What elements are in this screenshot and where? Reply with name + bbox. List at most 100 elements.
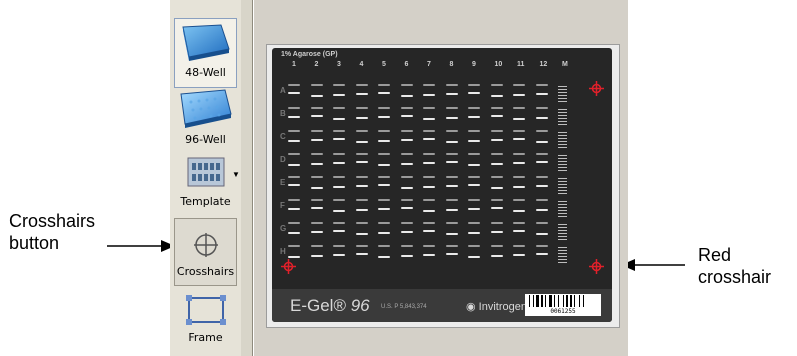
gel-band [468,140,480,142]
gel-well [400,107,413,109]
lane-label: 9 [472,61,476,68]
gel-band [445,161,458,163]
gel-well [288,176,300,178]
lane-label: 2 [314,61,319,68]
gel-band [355,253,368,255]
ladder-band [558,115,567,116]
ladder-band [558,164,567,165]
gel-well [468,84,480,86]
barcode-bar [574,295,575,307]
gel-band [378,164,390,166]
ladder-band [558,141,567,142]
gel-well [310,176,323,178]
gel-band [310,255,323,257]
gel-well [355,107,368,109]
gel-well [378,107,390,109]
gel-well [378,222,390,224]
gel-band [535,141,548,143]
gel-well [310,222,323,224]
gel-band [288,116,300,118]
barcode-bar [533,295,534,307]
gel-band [355,161,368,163]
gel-well [355,199,368,201]
gel-well [423,153,435,155]
gel-band [333,94,345,96]
ladder-band [558,201,567,202]
gel-band [423,138,435,140]
gel-well [468,176,480,178]
barcode-bar [563,295,564,307]
barcode-bar [536,295,539,307]
gel-band [333,138,345,140]
template-dropdown-arrow-icon[interactable]: ▼ [232,170,240,179]
barcode-bar [570,295,572,307]
red-crosshair-top-right[interactable] [589,81,604,96]
gel-band [288,184,300,186]
gel-band [490,231,503,233]
gel-band [355,141,368,143]
barcode-bar [558,295,559,307]
gel-band [310,139,323,141]
ladder-band [558,210,567,211]
gel-band [310,115,323,117]
gel-well [490,222,503,224]
gel-well [535,107,548,109]
red-crosshair-bottom-left[interactable] [281,259,296,274]
gel-well [310,130,323,132]
gel-well [445,84,458,86]
ladder-band [558,216,567,217]
gel-band [513,162,525,164]
gel-well [513,130,525,132]
gel-band [310,187,323,189]
gel-well [490,176,503,178]
gel-well [423,222,435,224]
tool-crosshairs-button[interactable]: Crosshairs [170,218,241,286]
gel-well [445,130,458,132]
gel-band [333,186,345,188]
toolbar-splitter[interactable] [241,0,253,356]
gel-well [513,199,525,201]
gel-band [288,208,300,210]
gel-well [400,153,413,155]
barcode-bar [554,295,555,307]
gel-well [400,84,413,86]
tool-48-well-button[interactable]: 48-Well [170,18,241,88]
gel-well [333,245,345,247]
gel-well [445,245,458,247]
barcode-bar [566,295,568,307]
ladder-band [558,112,567,113]
gel-band [400,115,413,117]
gel-band [490,207,503,209]
tool-template-button[interactable]: ▼ Template [170,154,241,214]
gel-band [310,231,323,233]
gel-band [445,93,458,95]
gel-band [468,208,480,210]
gel-well [378,153,390,155]
gel-band [445,253,458,255]
row-label: D [280,155,286,164]
gel-well [513,176,525,178]
ladder-band [558,247,567,248]
gel-band [288,164,300,166]
tool-96-well-button[interactable]: 96-Well [170,88,241,150]
gel-well [468,199,480,201]
gel-well [355,222,368,224]
ladder-band [558,224,567,225]
gel-band [535,117,548,119]
ladder-band [558,262,567,263]
gel-band [445,185,458,187]
gel-well [310,199,323,201]
gel-band [378,232,390,234]
ladder-band [558,178,567,179]
gel-band [468,232,480,234]
gel-well [423,130,435,132]
red-crosshair-bottom-right[interactable] [589,259,604,274]
ladder-band [558,124,567,125]
gel-header-label: 1% Agarose (GP) [281,51,338,58]
48-well-plate-icon [181,24,230,61]
ladder-band [558,118,567,119]
lane-label: 1 [292,61,296,68]
gel-well [288,199,300,201]
gel-band [288,92,300,94]
tool-frame-button[interactable]: Frame [170,292,241,352]
